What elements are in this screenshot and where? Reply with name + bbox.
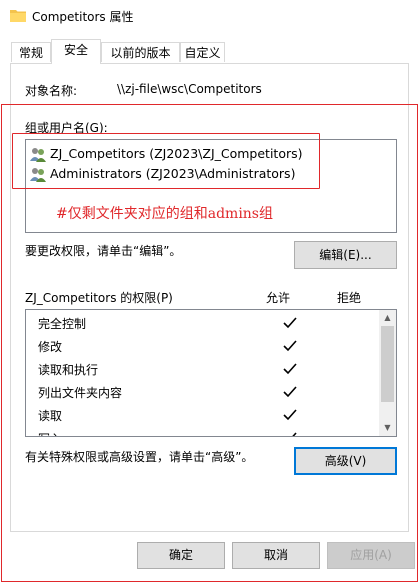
permission-row: 修改 xyxy=(38,336,297,358)
checkmark-icon xyxy=(292,432,297,436)
deny-header: 拒绝 xyxy=(337,291,362,305)
scroll-thumb[interactable] xyxy=(381,326,394,402)
permissions-scrollbar[interactable]: ▲ ▼ xyxy=(379,310,396,436)
tab-previous-versions[interactable]: 以前的版本 xyxy=(101,42,180,62)
checkmark-icon xyxy=(283,363,297,375)
advanced-button[interactable]: 高级(V) xyxy=(294,447,397,475)
edit-hint: 要更改权限，请单击“编辑”。 xyxy=(25,244,182,258)
scroll-down-icon[interactable]: ▼ xyxy=(379,420,396,436)
permission-row: 读取 xyxy=(38,405,297,427)
permission-name: 完全控制 xyxy=(38,317,87,331)
window-title: Competitors 属性 xyxy=(32,10,134,24)
annotation-text: #仅剩文件夹对应的组和admins组 xyxy=(56,206,273,222)
permission-name: 列出文件夹内容 xyxy=(38,386,123,400)
checkmark-icon xyxy=(283,386,297,398)
permission-name: 读取和执行 xyxy=(38,363,99,377)
highlight-box xyxy=(12,133,320,189)
object-name-label: 对象名称: xyxy=(25,84,78,98)
apply-button[interactable]: 应用(A) xyxy=(327,542,415,569)
checkmark-icon xyxy=(283,409,297,421)
permission-name: 修改 xyxy=(38,340,63,354)
advanced-hint: 有关特殊权限或高级设置，请单击“高级”。 xyxy=(25,450,254,464)
object-name-value: \\zj-file\wsc\Competitors xyxy=(117,82,262,96)
checkmark-icon xyxy=(283,317,297,329)
permission-row: 读取和执行 xyxy=(38,359,297,381)
permission-row: 完全控制 xyxy=(38,313,297,335)
tab-customize[interactable]: 自定义 xyxy=(180,42,225,62)
edit-button[interactable]: 编辑(E)... xyxy=(294,241,397,269)
tab-general[interactable]: 常规 xyxy=(11,42,51,62)
cancel-button[interactable]: 取消 xyxy=(232,542,320,569)
permission-row: 列出文件夹内容 xyxy=(38,382,297,404)
checkmark-icon xyxy=(283,340,297,352)
ok-button[interactable]: 确定 xyxy=(137,542,225,569)
tab-security[interactable]: 安全 xyxy=(51,39,101,64)
permissions-list[interactable]: 完全控制 修改 读取和执行 列出文件夹内容 读取 写入 ▲ ▼ xyxy=(25,309,397,437)
permission-name: 写入 xyxy=(38,432,62,436)
permissions-title: ZJ_Competitors 的权限(P) xyxy=(25,291,173,305)
permission-row: 写入 xyxy=(38,428,297,436)
folder-icon xyxy=(10,10,26,22)
permission-name: 读取 xyxy=(38,409,63,423)
scroll-up-icon[interactable]: ▲ xyxy=(379,310,396,326)
allow-header: 允许 xyxy=(266,291,291,305)
